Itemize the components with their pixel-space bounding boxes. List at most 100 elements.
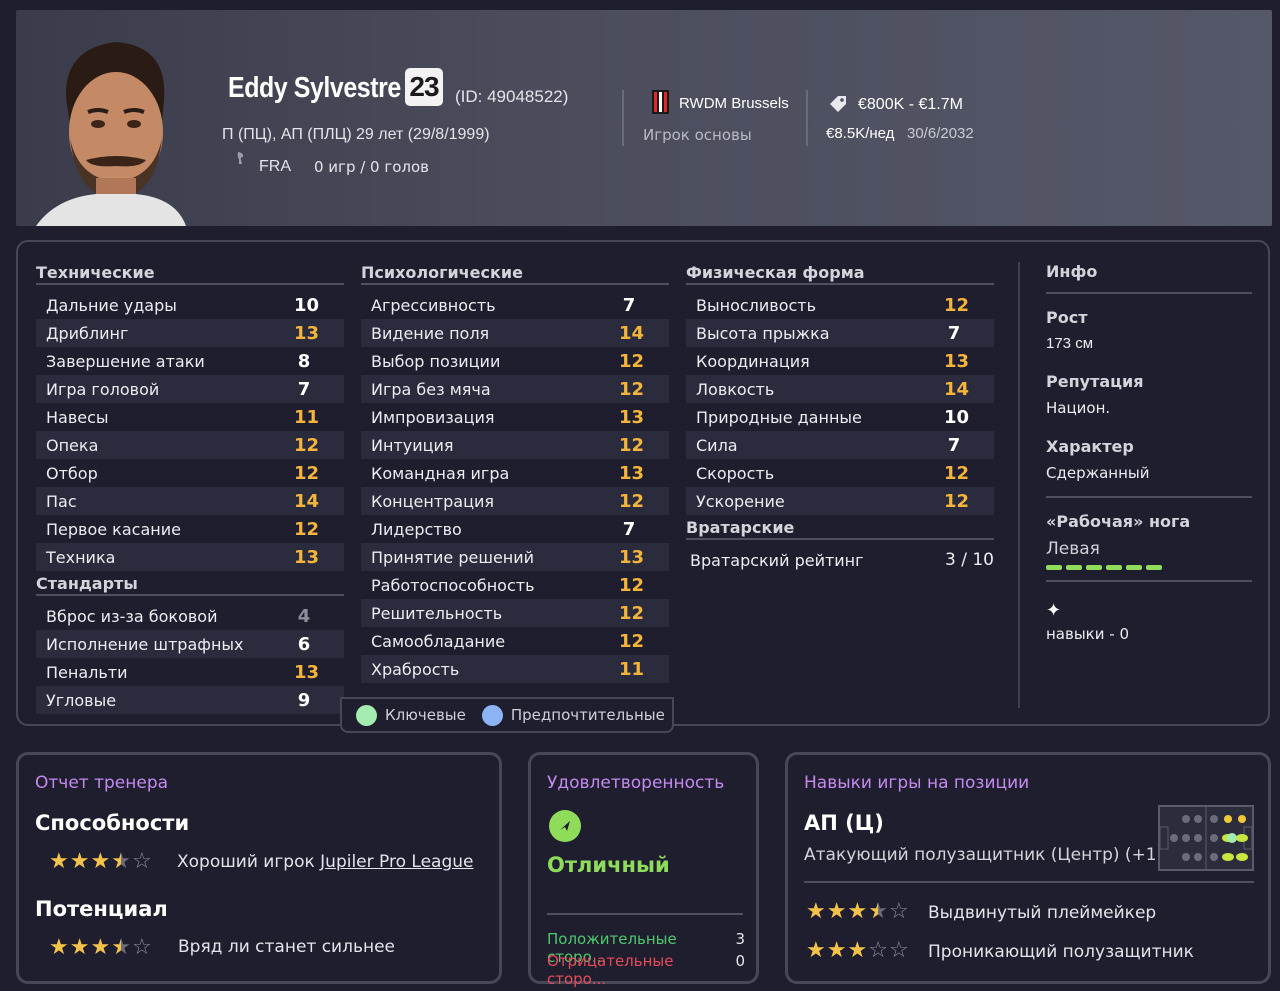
attribute-row[interactable]: Природные данные 10 bbox=[686, 403, 994, 431]
info-title: Инфо bbox=[1046, 262, 1252, 294]
personality-label: Характер bbox=[1046, 437, 1134, 456]
attribute-value: 12 bbox=[619, 490, 645, 512]
header-divider bbox=[622, 90, 624, 146]
attribute-row[interactable]: Концентрация 12 bbox=[361, 487, 669, 515]
attribute-row[interactable]: Агрессивность 7 bbox=[361, 291, 669, 319]
attribute-row[interactable]: Импровизация 13 bbox=[361, 403, 669, 431]
negative-row[interactable]: Отрицательные сторо... 0 bbox=[547, 952, 745, 988]
attribute-row[interactable]: Лидерство 7 bbox=[361, 515, 669, 543]
star-empty-icon: ☆ bbox=[888, 938, 909, 963]
attribute-value: 12 bbox=[944, 294, 970, 316]
goalkeeping-title: Вратарские bbox=[686, 517, 994, 540]
attribute-row[interactable]: Координация 13 bbox=[686, 347, 994, 375]
attribute-row[interactable]: Решительность 12 bbox=[361, 599, 669, 627]
height-label: Рост bbox=[1046, 308, 1088, 327]
attribute-row[interactable]: Навесы 11 bbox=[36, 403, 344, 431]
star-full-icon: ★ bbox=[49, 849, 69, 874]
attribute-row[interactable]: Работоспособность 12 bbox=[361, 571, 669, 599]
attribute-value: 12 bbox=[619, 630, 645, 652]
role-2-stars: ★ ★ ★ ☆ ☆ bbox=[806, 940, 909, 962]
attribute-row[interactable]: Пас 14 bbox=[36, 487, 344, 515]
star-full-icon: ★ bbox=[90, 935, 111, 960]
key-attr-dot-icon bbox=[356, 704, 377, 726]
attribute-row[interactable]: Первое касание 12 bbox=[36, 515, 344, 543]
attribute-label: Пенальти bbox=[46, 662, 128, 682]
price-tag-icon bbox=[828, 94, 848, 114]
attribute-row[interactable]: Дриблинг 13 bbox=[36, 319, 344, 347]
nation-code[interactable]: FRA bbox=[259, 158, 291, 176]
star-full-icon: ★ bbox=[69, 935, 90, 960]
star-full-icon: ★ bbox=[806, 938, 826, 963]
attribute-label: Решительность bbox=[371, 603, 503, 623]
attribute-label: Сила bbox=[696, 435, 738, 455]
attribute-row[interactable]: Вброс из-за боковой 4 bbox=[36, 602, 344, 630]
satisfaction-card: Удовлетворенность Отличный Положительные… bbox=[528, 752, 759, 988]
attribute-label: Интуиция bbox=[371, 435, 454, 455]
attribute-value: 4 bbox=[297, 605, 311, 627]
attribute-value: 14 bbox=[619, 322, 645, 344]
attribute-row[interactable]: Выбор позиции 12 bbox=[361, 347, 669, 375]
attribute-row[interactable]: Видение поля 14 bbox=[361, 319, 669, 347]
attribute-label: Работоспособность bbox=[371, 575, 535, 595]
negative-value: 0 bbox=[735, 952, 745, 970]
attribute-row[interactable]: Игра головой 7 bbox=[36, 375, 344, 403]
satisfaction-check-icon bbox=[549, 810, 581, 842]
attribute-row[interactable]: Высота прыжка 7 bbox=[686, 319, 994, 347]
attribute-label: Выносливость bbox=[696, 295, 817, 315]
attribute-value: 13 bbox=[294, 322, 320, 344]
attribute-row[interactable]: Опека 12 bbox=[36, 431, 344, 459]
attribute-row[interactable]: Сила 7 bbox=[686, 431, 994, 459]
attribute-row[interactable]: Выносливость 12 bbox=[686, 291, 994, 319]
league-link[interactable]: Jupiler Pro League bbox=[320, 852, 473, 872]
attribute-row[interactable]: Командная игра 13 bbox=[361, 459, 669, 487]
attribute-label: Пас bbox=[46, 491, 77, 511]
info-column: Инфо Рост 173 см Репутация Национ. Харак… bbox=[1046, 262, 1252, 643]
attribute-row[interactable]: Ускорение 12 bbox=[686, 487, 994, 515]
attribute-row[interactable]: Угловые 9 bbox=[36, 686, 344, 714]
attribute-row[interactable]: Пенальти 13 bbox=[36, 658, 344, 686]
attribute-value: 12 bbox=[619, 574, 645, 596]
player-photo bbox=[36, 28, 186, 226]
coach-report-card: Отчет тренера Способности ★ ★ ★ ★ ☆ Хороший … bbox=[16, 752, 502, 984]
attribute-row[interactable]: Отбор 12 bbox=[36, 459, 344, 487]
satisfaction-status: Отличный bbox=[547, 853, 670, 877]
goalkeeping-rating-label: Вратарский рейтинг bbox=[690, 550, 864, 570]
attribute-row[interactable]: Интуиция 12 bbox=[361, 431, 669, 459]
position-short: АП (Ц) bbox=[804, 811, 884, 835]
attribute-label: Игра головой bbox=[46, 379, 160, 399]
mental-list: Агрессивность 7 Видение поля 14 Выбор позици… bbox=[361, 291, 669, 683]
attribute-row[interactable]: Ловкость 14 bbox=[686, 375, 994, 403]
negative-label: Отрицательные сторо... bbox=[547, 952, 674, 988]
club-name[interactable]: RWDM Brussels bbox=[679, 95, 789, 112]
attribute-value: 8 bbox=[297, 350, 311, 372]
star-full-icon: ★ bbox=[90, 849, 111, 874]
attribute-row[interactable]: Игра без мяча 12 bbox=[361, 375, 669, 403]
traits-count[interactable]: навыки - 0 bbox=[1046, 625, 1252, 643]
pitch-position-map[interactable] bbox=[1158, 805, 1254, 871]
height-value: 173 см bbox=[1046, 335, 1094, 352]
foot-strength-bar bbox=[1046, 565, 1252, 582]
attribute-row[interactable]: Завершение атаки 8 bbox=[36, 347, 344, 375]
role-2-label[interactable]: Проникающий полузащитник bbox=[928, 942, 1194, 962]
role-1-label[interactable]: Выдвинутый плеймейкер bbox=[928, 903, 1156, 923]
legend-key-label: Ключевые bbox=[385, 706, 466, 724]
star-empty-icon: ☆ bbox=[888, 899, 909, 924]
attribute-row[interactable]: Принятие решений 13 bbox=[361, 543, 669, 571]
attribute-label: Игра без мяча bbox=[371, 379, 491, 399]
transfer-value: €800K - €1.7M bbox=[858, 96, 963, 113]
player-id: (ID: 49048522) bbox=[455, 87, 569, 106]
preferred-foot-value: Левая bbox=[1046, 539, 1100, 559]
header-divider bbox=[806, 90, 808, 146]
attribute-value: 12 bbox=[944, 462, 970, 484]
attribute-row[interactable]: Скорость 12 bbox=[686, 459, 994, 487]
attribute-row[interactable]: Техника 13 bbox=[36, 543, 344, 571]
attribute-row[interactable]: Исполнение штрафных 6 bbox=[36, 630, 344, 658]
attribute-label: Выбор позиции bbox=[371, 351, 501, 371]
attribute-row[interactable]: Самообладание 12 bbox=[361, 627, 669, 655]
attribute-row[interactable]: Дальние удары 10 bbox=[36, 291, 344, 319]
attribute-value: 7 bbox=[297, 378, 311, 400]
potential-text: Вряд ли станет сильнее bbox=[178, 937, 396, 957]
attribute-value: 12 bbox=[294, 518, 320, 540]
star-half-icon: ★ bbox=[111, 849, 131, 874]
attribute-row[interactable]: Храбрость 11 bbox=[361, 655, 669, 683]
